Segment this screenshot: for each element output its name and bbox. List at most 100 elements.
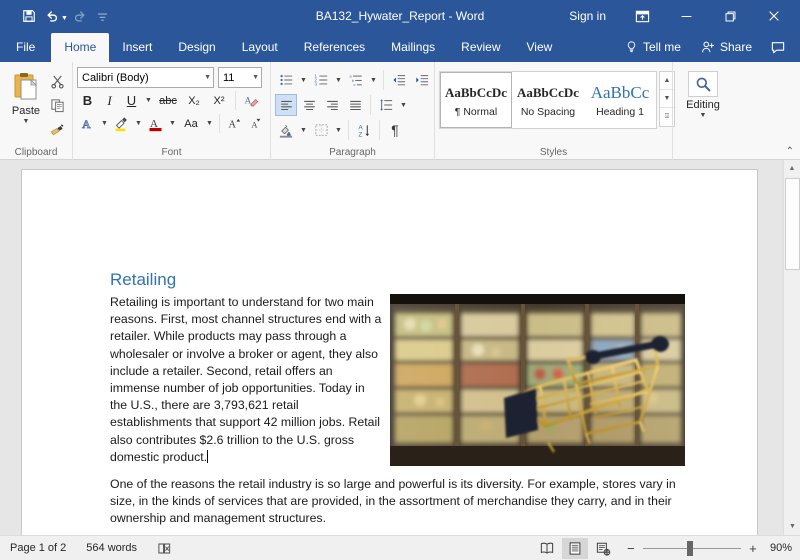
numbering-dropdown-icon[interactable]: ▼	[333, 70, 344, 91]
font-color-dropdown-icon[interactable]: ▼	[167, 113, 178, 134]
subscript-button[interactable]: X₂	[182, 90, 206, 111]
zoom-level[interactable]: 90%	[760, 542, 792, 554]
zoom-track[interactable]	[643, 538, 741, 559]
tab-review[interactable]: Review	[448, 33, 513, 62]
font-name-value: Calibri (Body)	[82, 72, 200, 84]
undo-icon[interactable]	[41, 5, 63, 27]
align-center-button[interactable]	[298, 94, 320, 116]
web-layout-icon[interactable]	[590, 538, 616, 559]
comment-icon[interactable]	[762, 40, 794, 55]
vertical-scrollbar[interactable]: ▲ ▼	[783, 160, 800, 535]
proofing-errors-icon[interactable]	[147, 541, 182, 556]
multilevel-dropdown-icon[interactable]: ▼	[368, 70, 379, 91]
scroll-up-icon[interactable]: ▲	[784, 160, 800, 177]
justify-button[interactable]	[344, 94, 366, 116]
minimize-icon[interactable]	[664, 0, 708, 32]
bullets-button[interactable]	[275, 69, 297, 91]
print-layout-icon[interactable]	[562, 538, 588, 559]
document-image[interactable]	[390, 294, 685, 466]
font-name-combobox[interactable]: Calibri (Body) ▼	[77, 67, 214, 88]
styles-group-label: Styles	[435, 145, 672, 160]
align-left-button[interactable]	[275, 94, 297, 116]
numbering-button[interactable]: 123	[310, 69, 332, 91]
tab-view[interactable]: View	[514, 33, 566, 62]
tab-mailings[interactable]: Mailings	[378, 33, 448, 62]
undo-dropdown-icon[interactable]: ▼	[61, 10, 68, 22]
shrink-font-button[interactable]: A	[246, 113, 267, 134]
line-spacing-button[interactable]	[375, 94, 397, 116]
format-painter-button[interactable]	[46, 118, 68, 140]
highlight-dropdown-icon[interactable]: ▼	[133, 113, 144, 134]
title-bar: ▼ BA132_Hywater_Report - Word Sign in	[0, 0, 800, 32]
customize-qat-icon[interactable]	[92, 5, 114, 27]
document-page[interactable]: Retailing Retailing is important to unde…	[22, 170, 757, 535]
zoom-slider[interactable]: − +	[626, 538, 758, 559]
zoom-slider-handle[interactable]	[687, 541, 693, 556]
paste-button[interactable]: Paste ▼	[6, 67, 46, 145]
ribbon-display-options-icon[interactable]	[620, 0, 664, 32]
change-case-dropdown-icon[interactable]: ▼	[204, 113, 215, 134]
scroll-down-icon[interactable]: ▼	[784, 518, 800, 535]
document-heading: Retailing	[110, 270, 685, 290]
bullets-dropdown-icon[interactable]: ▼	[298, 70, 309, 91]
sign-in-button[interactable]: Sign in	[555, 9, 620, 23]
underline-button[interactable]: U	[121, 90, 142, 111]
close-icon[interactable]	[752, 0, 796, 32]
read-mode-icon[interactable]	[534, 538, 560, 559]
page-indicator[interactable]: Page 1 of 2	[0, 542, 76, 554]
paste-dropdown-icon[interactable]: ▼	[23, 118, 30, 125]
share-button[interactable]: Share	[691, 40, 762, 54]
shading-dropdown-icon[interactable]: ▼	[298, 120, 309, 141]
collapse-ribbon-icon[interactable]: ⌃	[786, 146, 794, 157]
multilevel-list-button[interactable]: abc	[345, 69, 367, 91]
borders-button[interactable]	[310, 119, 332, 141]
tell-me-search[interactable]: Tell me	[615, 40, 691, 54]
tab-references[interactable]: References	[291, 33, 378, 62]
editing-dropdown-icon[interactable]: ▼	[700, 112, 707, 119]
decrease-indent-button[interactable]	[388, 69, 410, 91]
style-normal[interactable]: AaBbCcDc ¶ Normal	[440, 72, 512, 128]
borders-dropdown-icon[interactable]: ▼	[333, 120, 344, 141]
divider	[348, 120, 349, 140]
ribbon-group-editing: Editing ▼	[672, 62, 800, 160]
font-size-combobox[interactable]: 11 ▼	[218, 67, 262, 88]
editing-button[interactable]: Editing ▼	[681, 67, 725, 145]
text-highlight-button[interactable]	[111, 113, 132, 134]
grow-font-button[interactable]: A	[224, 113, 245, 134]
word-count[interactable]: 564 words	[76, 542, 147, 554]
text-effects-button[interactable]: A	[77, 113, 98, 134]
document-paragraph-1[interactable]: Retailing is important to understand for…	[110, 294, 382, 466]
show-formatting-marks-button[interactable]: ¶	[384, 119, 406, 141]
underline-dropdown-icon[interactable]: ▼	[143, 90, 154, 111]
tab-home[interactable]: Home	[51, 33, 109, 62]
tab-file[interactable]: File	[0, 33, 51, 62]
text-effects-dropdown-icon[interactable]: ▼	[99, 113, 110, 134]
restore-icon[interactable]	[708, 0, 752, 32]
zoom-out-button[interactable]: −	[626, 541, 636, 556]
tab-design[interactable]: Design	[165, 33, 228, 62]
italic-button[interactable]: I	[99, 90, 120, 111]
editing-group-label	[673, 145, 800, 160]
save-icon[interactable]	[18, 5, 40, 27]
redo-icon[interactable]	[69, 5, 91, 27]
change-case-button[interactable]: Aa	[179, 113, 203, 134]
copy-button[interactable]	[46, 94, 68, 116]
increase-indent-button[interactable]	[411, 69, 433, 91]
bold-button[interactable]: B	[77, 90, 98, 111]
shading-button[interactable]	[275, 119, 297, 141]
zoom-in-button[interactable]: +	[748, 541, 758, 556]
style-no-spacing[interactable]: AaBbCcDc No Spacing	[512, 72, 584, 128]
document-paragraph-2[interactable]: One of the reasons the retail industry i…	[110, 476, 685, 528]
sort-button[interactable]: AZ	[353, 119, 375, 141]
tab-layout[interactable]: Layout	[229, 33, 291, 62]
line-spacing-dropdown-icon[interactable]: ▼	[398, 95, 409, 116]
strikethrough-button[interactable]: abc	[155, 90, 181, 111]
align-right-button[interactable]	[321, 94, 343, 116]
clear-formatting-button[interactable]: A	[240, 90, 261, 111]
cut-button[interactable]	[46, 70, 68, 92]
font-color-button[interactable]: A	[145, 113, 166, 134]
superscript-button[interactable]: X²	[207, 90, 231, 111]
scrollbar-thumb[interactable]	[785, 178, 800, 270]
style-heading-1[interactable]: AaBbCc Heading 1	[584, 72, 656, 128]
tab-insert[interactable]: Insert	[109, 33, 165, 62]
